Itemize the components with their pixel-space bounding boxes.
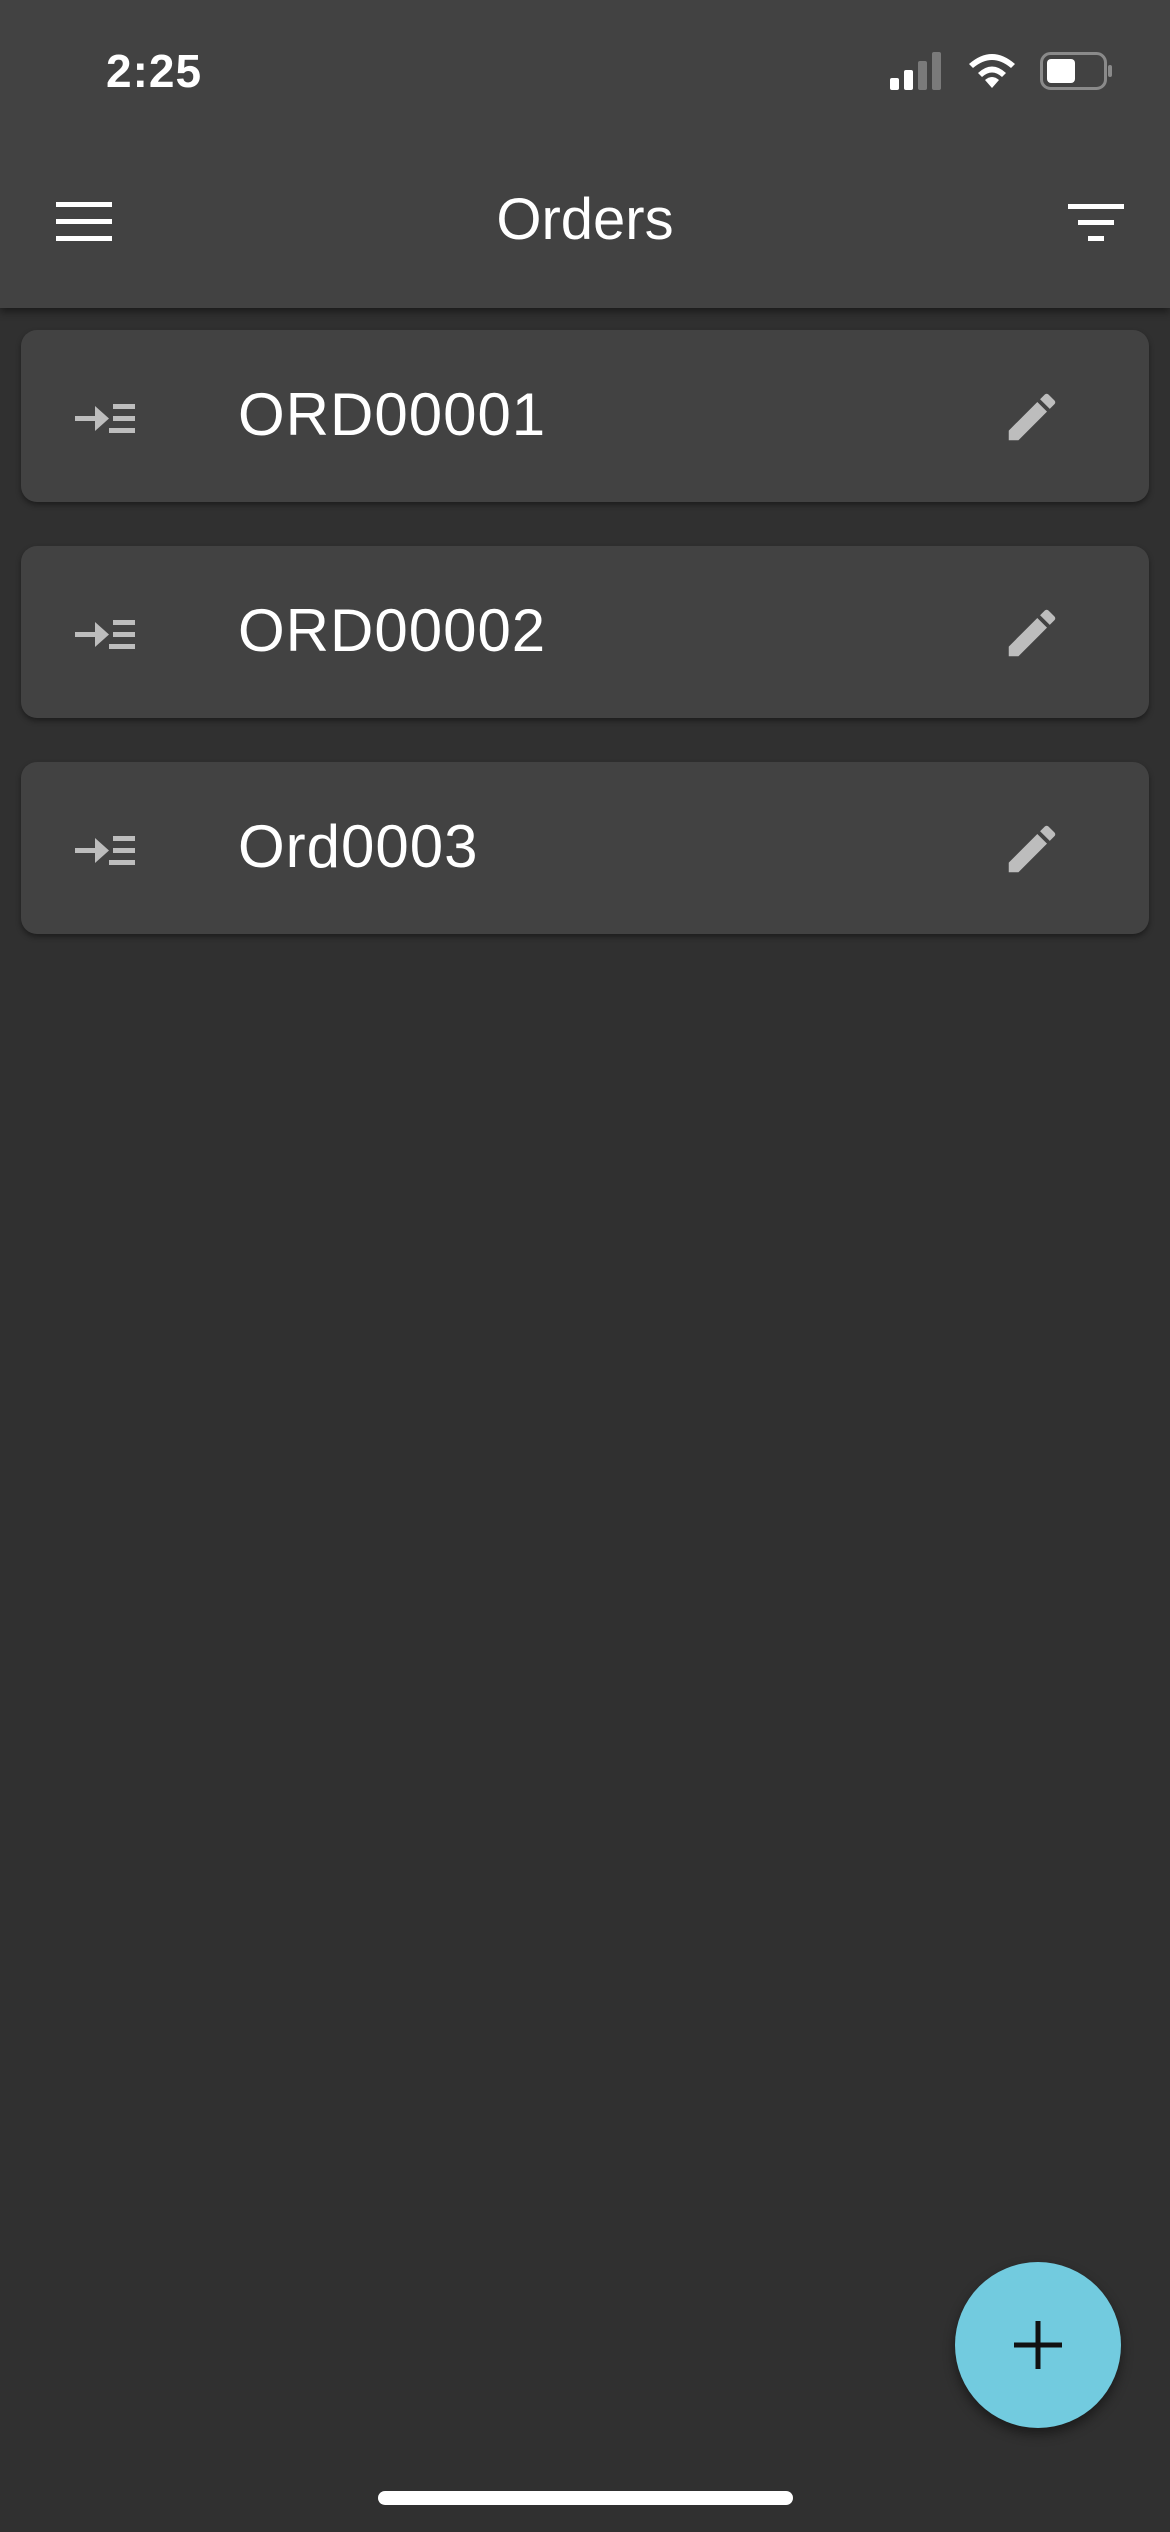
filter-button[interactable] <box>1066 200 1126 246</box>
edit-pencil-icon <box>1008 393 1056 441</box>
edit-button[interactable] <box>1001 602 1063 664</box>
edit-pencil-icon <box>1008 609 1056 657</box>
plus-icon <box>1014 2321 1062 2369</box>
edit-pencil-icon <box>1008 825 1056 873</box>
battery-icon <box>1040 52 1112 90</box>
order-row[interactable]: ORD00001 <box>21 330 1149 502</box>
order-id: Ord0003 <box>238 813 479 880</box>
filter-icon <box>1068 204 1124 241</box>
order-row[interactable]: Ord0003 <box>21 762 1149 934</box>
order-row[interactable]: ORD00002 <box>21 546 1149 718</box>
order-id: ORD00002 <box>238 597 547 664</box>
edit-button[interactable] <box>1001 818 1063 880</box>
app-bar: 2:25 Orders <box>0 0 1170 308</box>
page-title: Orders <box>496 187 674 252</box>
orders-screen: 2:25 Orders ORD00001 ORD00002 Ord0003 <box>0 0 1170 2532</box>
status-icons <box>890 52 1114 90</box>
order-id: ORD00001 <box>238 381 547 448</box>
arrow-into-list-icon <box>75 620 135 649</box>
edit-button[interactable] <box>1001 386 1063 448</box>
arrow-into-list-icon <box>75 836 135 865</box>
add-order-button[interactable] <box>955 2262 1121 2428</box>
arrow-into-list-icon <box>75 404 135 433</box>
signal-icon <box>890 52 941 90</box>
wifi-icon <box>969 54 1015 88</box>
orders-list: ORD00001 ORD00002 Ord0003 <box>21 330 1149 978</box>
home-indicator <box>378 2491 793 2505</box>
status-time: 2:25 <box>106 45 203 97</box>
